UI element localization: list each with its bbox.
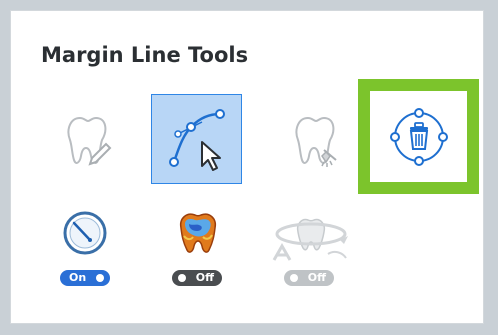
tooth-brush-icon (295, 116, 337, 167)
auto-detect-switch[interactable]: On (60, 270, 110, 286)
tooth-pencil-icon (67, 116, 112, 166)
delete-margin-tool-button[interactable] (358, 79, 479, 194)
color-map-switch[interactable]: Off (172, 270, 222, 286)
trash-circle-icon (389, 107, 448, 166)
panel-title: Margin Line Tools (41, 43, 249, 67)
switch-knob (96, 274, 104, 282)
switch-knob (178, 274, 186, 282)
clock-dial-icon (63, 211, 107, 255)
rotate-view-switch-label: Off (307, 271, 326, 284)
rotate-view-toggle-button[interactable]: Off (270, 210, 356, 290)
tooth-rotate-icon (272, 218, 348, 261)
color-map-toggle-button[interactable]: Off (170, 210, 226, 290)
smooth-margin-tool-button[interactable] (276, 98, 352, 182)
draw-margin-tool-button[interactable] (48, 98, 124, 182)
auto-detect-toggle-button[interactable]: On (58, 210, 112, 290)
tooth-heatmap-icon (179, 213, 217, 253)
auto-detect-switch-label: On (69, 271, 87, 284)
rotate-view-switch[interactable]: Off (284, 270, 334, 286)
edit-curve-tool-button[interactable] (151, 94, 242, 184)
switch-knob (290, 274, 298, 282)
curve-cursor-icon (168, 109, 225, 171)
color-map-switch-label: Off (195, 271, 214, 284)
